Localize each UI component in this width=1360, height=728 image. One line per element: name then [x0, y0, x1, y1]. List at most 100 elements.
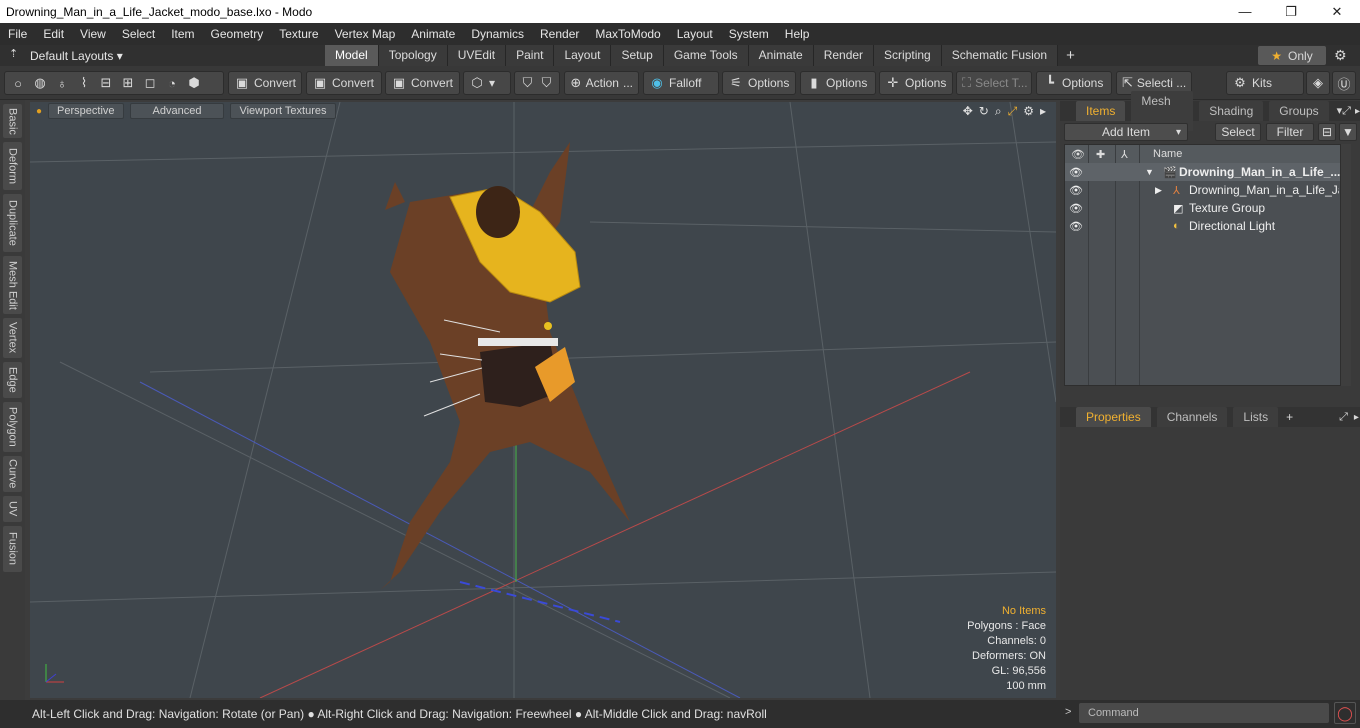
menu-texture[interactable]: Texture	[271, 23, 326, 45]
panel-more-icon[interactable]: ▸	[1355, 106, 1360, 117]
command-history-icon[interactable]: >	[1065, 706, 1071, 718]
tab-animate[interactable]: Animate	[748, 45, 814, 66]
eye-icon[interactable]: 👁	[1069, 184, 1083, 197]
action-center-button[interactable]: ⊕ Action...	[564, 71, 639, 95]
tab-render[interactable]: Render	[813, 45, 875, 66]
side-tab-edge[interactable]: Edge	[3, 362, 22, 398]
expand-icon[interactable]: ▼	[1145, 167, 1154, 177]
menu-layout[interactable]: Layout	[669, 23, 721, 45]
panel-expand-icon[interactable]: ▾⤢	[1337, 104, 1351, 118]
falloff-button[interactable]: ◉ Falloff	[643, 71, 719, 95]
side-tab-duplicate[interactable]: Duplicate	[3, 194, 22, 252]
item-mode-icon[interactable]: ◻	[142, 75, 158, 91]
menu-render[interactable]: Render	[532, 23, 587, 45]
select-through-button[interactable]: ⛶ Select T...	[956, 71, 1032, 95]
polygon-mode-icon[interactable]: ⊞	[120, 75, 136, 91]
options-button-4[interactable]: ┗ Options	[1036, 71, 1112, 95]
menu-animate[interactable]: Animate	[403, 23, 463, 45]
side-tab-uv[interactable]: UV	[3, 496, 22, 522]
layout-selector[interactable]: Default Layouts ▾	[0, 49, 133, 63]
panel-more-icon[interactable]: ▸	[1354, 412, 1359, 423]
item-list-scrollbar[interactable]	[1341, 144, 1351, 386]
menu-geometry[interactable]: Geometry	[203, 23, 272, 45]
command-input[interactable]: Command	[1079, 703, 1329, 723]
tree-row[interactable]: 👁 ▼ 🎬 Drowning_Man_in_a_Life_...	[1065, 163, 1340, 181]
side-tab-polygon[interactable]: Polygon	[3, 402, 22, 452]
add-item-button[interactable]: Add Item ▾	[1064, 123, 1188, 141]
close-button[interactable]: ✕	[1314, 0, 1360, 23]
add-tab-button[interactable]: +	[1286, 410, 1293, 424]
menu-view[interactable]: View	[72, 23, 114, 45]
eye-icon[interactable]: 👁	[1069, 220, 1083, 233]
tree-row[interactable]: 👁 ◩ Texture Group	[1065, 199, 1340, 217]
side-tab-vertex[interactable]: Vertex	[3, 318, 22, 358]
viewport-more-icon[interactable]: ▸	[1040, 104, 1046, 119]
tab-schematic-fusion[interactable]: Schematic Fusion	[941, 45, 1059, 66]
menu-select[interactable]: Select	[114, 23, 163, 45]
snapping-buttons[interactable]: ⛉ ⛉	[514, 71, 560, 95]
tab-properties[interactable]: Properties	[1076, 407, 1151, 427]
unreal-button[interactable]: Ⓤ	[1332, 71, 1356, 95]
tab-model[interactable]: Model	[325, 45, 379, 66]
tab-groups[interactable]: Groups	[1269, 101, 1329, 121]
side-tab-fusion[interactable]: Fusion	[3, 526, 22, 572]
options-button-1[interactable]: ⚟ Options	[722, 71, 796, 95]
tab-game-tools[interactable]: Game Tools	[663, 45, 749, 66]
vertex-mode-icon[interactable]: ○	[10, 76, 26, 91]
add-tab-button[interactable]: +	[1058, 45, 1083, 66]
viewport-scene[interactable]	[30, 102, 1056, 698]
menu-file[interactable]: File	[0, 23, 35, 45]
viewport-textures-button[interactable]: Viewport Textures	[230, 103, 336, 119]
tab-uvedit[interactable]: UVEdit	[447, 45, 507, 66]
filter-button[interactable]: Filter	[1266, 123, 1314, 141]
kits-button[interactable]: ⚙ Kits	[1226, 71, 1304, 95]
panel-expand-icon[interactable]: ⤢	[1339, 411, 1348, 424]
rotate-icon[interactable]: ↻	[979, 104, 989, 119]
convert-button-3[interactable]: ▣ Convert	[385, 71, 460, 95]
maximize-button[interactable]: ❐	[1268, 0, 1314, 23]
menu-dynamics[interactable]: Dynamics	[463, 23, 532, 45]
side-tab-deform[interactable]: Deform	[3, 142, 22, 190]
edge-mode-icon[interactable]: ⊟	[98, 75, 114, 91]
globe-icon[interactable]: ◍	[32, 75, 48, 91]
pan-icon[interactable]: ✥	[963, 104, 973, 119]
perspective-button[interactable]: Perspective	[48, 103, 124, 119]
filter-funnel-button[interactable]: ▼	[1339, 123, 1357, 141]
convert-button-1[interactable]: ▣ Convert	[228, 71, 302, 95]
3d-viewport[interactable]: ● Perspective Advanced Viewport Textures…	[30, 102, 1056, 698]
menu-system[interactable]: System	[721, 23, 777, 45]
visibility-col-icon[interactable]: 👁	[1071, 148, 1085, 161]
options-button-2[interactable]: ▮ Options	[800, 71, 876, 95]
tab-shading[interactable]: Shading	[1199, 101, 1264, 121]
brush-icon[interactable]: ⌇	[76, 75, 92, 91]
gear-icon[interactable]: ⚙	[1334, 45, 1347, 66]
tab-channels[interactable]: Channels	[1156, 407, 1228, 427]
tab-items[interactable]: Items	[1076, 101, 1126, 121]
tab-paint[interactable]: Paint	[506, 45, 555, 66]
lock-col-icon[interactable]: ✚	[1096, 148, 1105, 161]
eye-icon[interactable]: 👁	[1069, 202, 1083, 215]
zoom-icon[interactable]: ⌕	[995, 104, 1002, 119]
menu-edit[interactable]: Edit	[35, 23, 72, 45]
only-toggle[interactable]: ★ Only	[1258, 46, 1326, 65]
minimize-button[interactable]: —	[1222, 0, 1268, 23]
menu-help[interactable]: Help	[777, 23, 818, 45]
tab-scripting[interactable]: Scripting	[874, 45, 942, 66]
options-button-3[interactable]: ✛ Options	[879, 71, 953, 95]
collapse-icon[interactable]: ⇡	[9, 47, 18, 60]
unity-button[interactable]: ◈	[1306, 71, 1330, 95]
tab-setup[interactable]: Setup	[611, 45, 664, 66]
pin-icon[interactable]: ♁	[54, 76, 70, 91]
name-column[interactable]: Name	[1153, 148, 1182, 160]
viewport-gear-icon[interactable]: ⚙	[1023, 104, 1034, 119]
convert-button-2[interactable]: ▣ Convert	[306, 71, 382, 95]
side-tab-basic[interactable]: Basic	[3, 104, 22, 138]
type-col-icon[interactable]: ⅄	[1121, 148, 1128, 161]
select-button[interactable]: Select	[1215, 123, 1261, 141]
menu-item[interactable]: Item	[163, 23, 202, 45]
symmetry-dropdown[interactable]: ⬡ ▾	[463, 71, 511, 95]
expand-icon[interactable]: ▶	[1155, 185, 1162, 196]
tab-lists[interactable]: Lists	[1233, 407, 1279, 427]
eye-icon[interactable]: 👁	[1069, 166, 1083, 179]
side-tab-mesh-edit[interactable]: Mesh Edit	[3, 256, 22, 314]
